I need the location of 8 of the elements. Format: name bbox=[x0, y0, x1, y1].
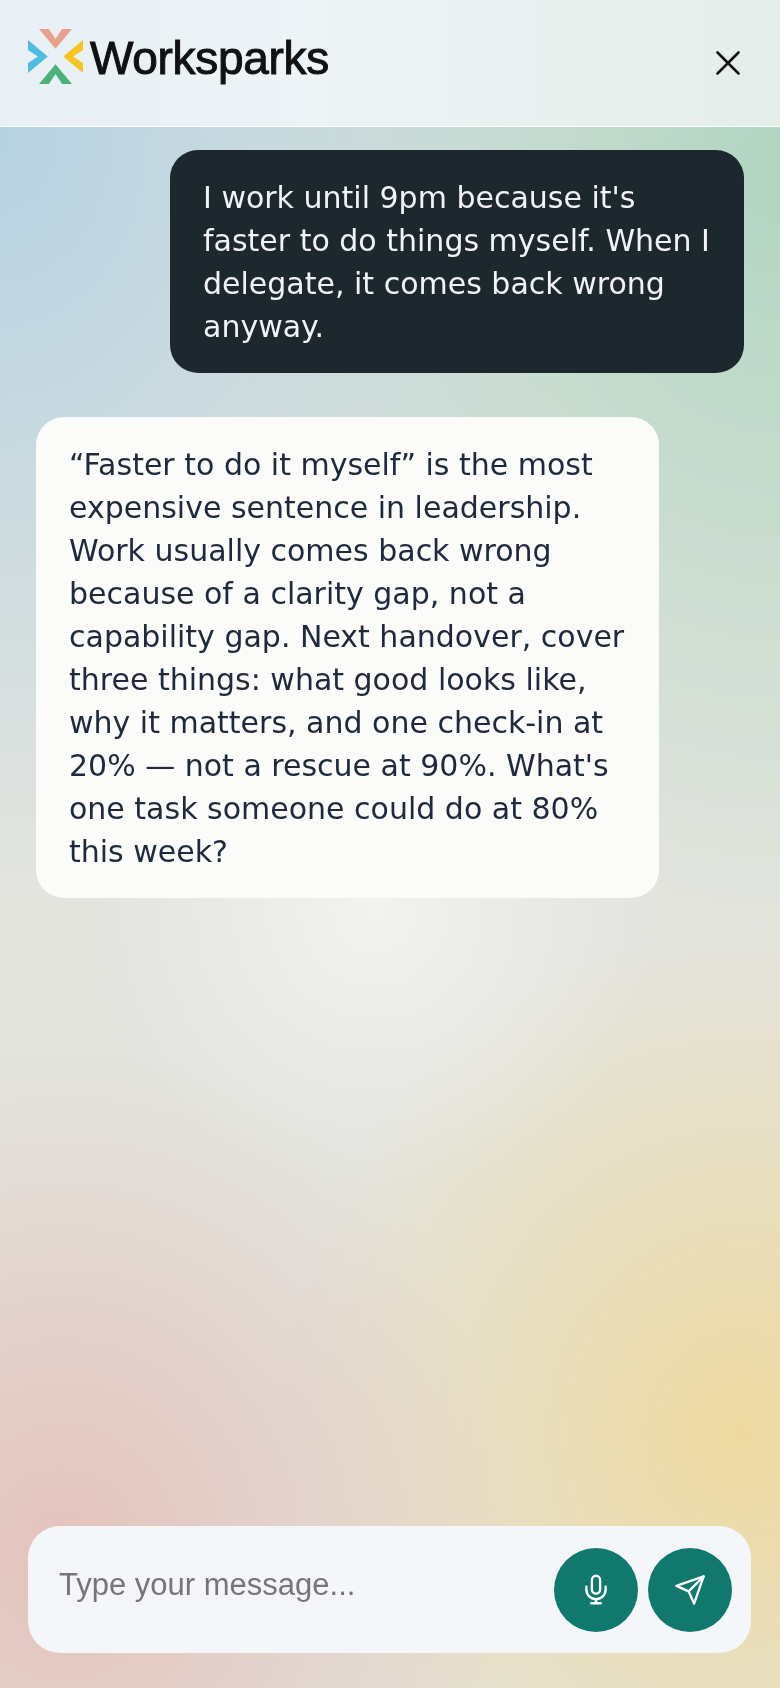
logo-icon bbox=[28, 29, 83, 84]
assistant-message: “Faster to do it myself” is the most expensive sentence in leadership. Work usually comes back wrong because of a clarity gap, not a capability gap. Next handover, cover three things: what good looks like, why it matters, and one check-in at 20% — not a rescue at 90%. What's one task someone could do at 80% this week? bbox=[36, 417, 659, 898]
close-icon bbox=[716, 51, 740, 75]
user-message: I work until 9pm because it's faster to do things myself. When I delegate, it comes back wrong anyway. bbox=[170, 150, 744, 373]
send-icon bbox=[675, 1574, 705, 1605]
message-input[interactable]: Type your message... bbox=[59, 1562, 534, 1607]
close-button[interactable] bbox=[716, 51, 740, 75]
microphone-icon bbox=[585, 1574, 607, 1605]
